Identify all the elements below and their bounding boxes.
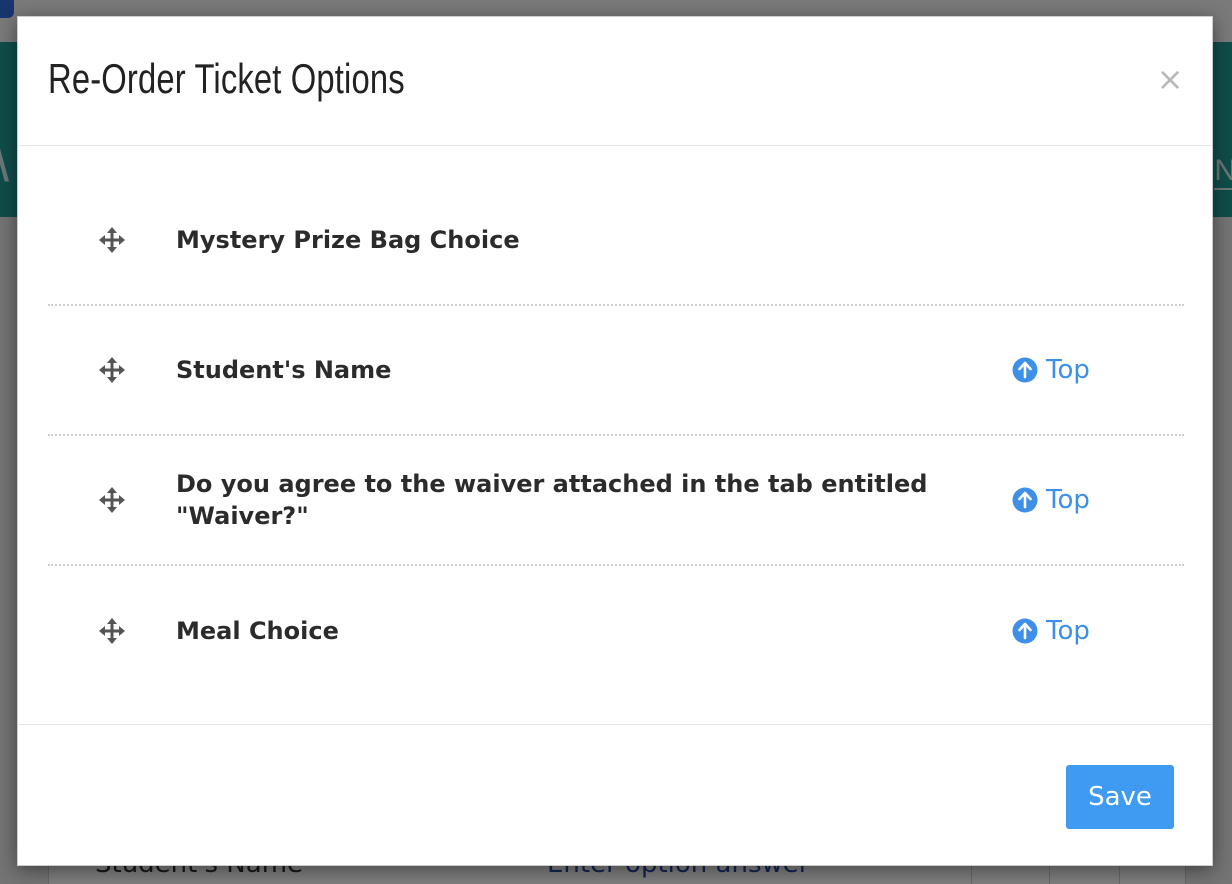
move-arrows-icon[interactable] [98,486,126,514]
move-arrows-icon[interactable] [98,356,126,384]
move-to-top-link[interactable]: Top [1012,616,1090,646]
option-label: Mystery Prize Bag Choice [176,226,520,254]
move-arrows-icon[interactable] [98,226,126,254]
option-row[interactable]: Meal Choice Top [48,566,1184,696]
option-row[interactable]: Do you agree to the waiver attached in t… [48,436,1184,566]
save-button[interactable]: Save [1066,765,1174,829]
modal-title: Re-Order Ticket Options [48,55,405,102]
move-to-top-link[interactable]: Top [1012,355,1090,385]
move-to-top-label: Top [1046,616,1090,646]
modal-footer: Save [18,724,1212,866]
option-label: Meal Choice [176,617,339,645]
option-label: Do you agree to the waiver attached in t… [176,470,928,530]
modal-header: Re-Order Ticket Options × [18,17,1212,146]
move-to-top-label: Top [1046,355,1090,385]
option-row[interactable]: Mystery Prize Bag Choice [48,176,1184,306]
option-row[interactable]: Student's Name Top [48,306,1184,436]
arrow-circle-up-icon [1012,487,1038,513]
options-list: Mystery Prize Bag Choice Student's Name [18,146,1212,724]
arrow-circle-up-icon [1012,357,1038,383]
arrow-circle-up-icon [1012,618,1038,644]
move-to-top-label: Top [1046,485,1090,515]
close-icon[interactable]: × [1154,63,1186,95]
move-to-top-link[interactable]: Top [1012,485,1090,515]
reorder-modal: Re-Order Ticket Options × Mystery Prize … [17,16,1213,866]
option-label: Student's Name [176,356,392,384]
move-arrows-icon[interactable] [98,617,126,645]
